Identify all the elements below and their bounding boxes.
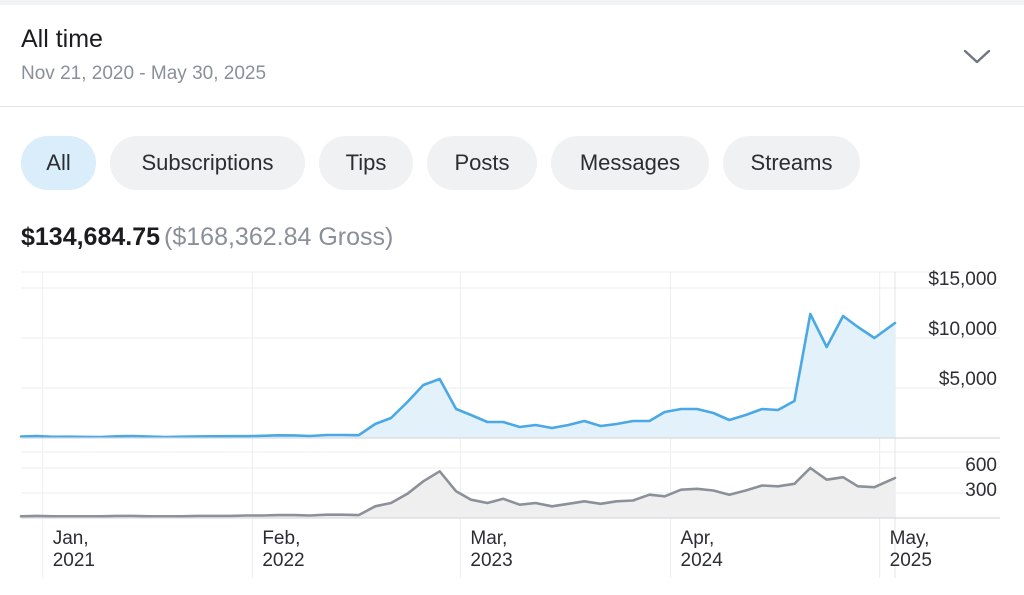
x-tick-label: May, 2025 [890,528,932,571]
earnings-total: $134,684.75 ($168,362.84 Gross) [21,223,393,252]
net-total: $134,684.75 [21,223,161,251]
count-y-tick-label: 300 [965,480,997,501]
period-title: All time [21,25,103,53]
tab-posts[interactable]: Posts [427,136,537,190]
y-tick-label: $15,000 [928,269,997,290]
x-tick-label: Mar, 2023 [470,528,512,571]
period-selector[interactable]: All time Nov 21, 2020 - May 30, 2025 [0,5,1024,107]
tab-all[interactable]: All [21,136,96,190]
earnings-chart: $5,000 $10,000 $15,000 300 600 Jan, 2021 Feb, 20… [19,269,1000,578]
tab-streams[interactable]: Streams [723,136,860,190]
period-date-range: Nov 21, 2020 - May 30, 2025 [21,63,267,84]
tab-subscriptions[interactable]: Subscriptions [110,136,305,190]
chevron-down-icon[interactable] [962,45,992,67]
tab-messages[interactable]: Messages [551,136,709,190]
x-tick-label: Apr, 2024 [681,528,724,571]
gross-total: ($168,362.84 Gross) [164,223,394,251]
x-tick-label: Feb, 2022 [262,528,304,571]
tab-tips[interactable]: Tips [319,136,413,190]
x-tick-label: Jan, 2021 [53,528,95,571]
y-tick-label: $10,000 [928,319,997,340]
count-y-tick-label: 600 [965,455,997,476]
earnings-series-area [21,314,895,438]
y-tick-label: $5,000 [939,369,997,390]
